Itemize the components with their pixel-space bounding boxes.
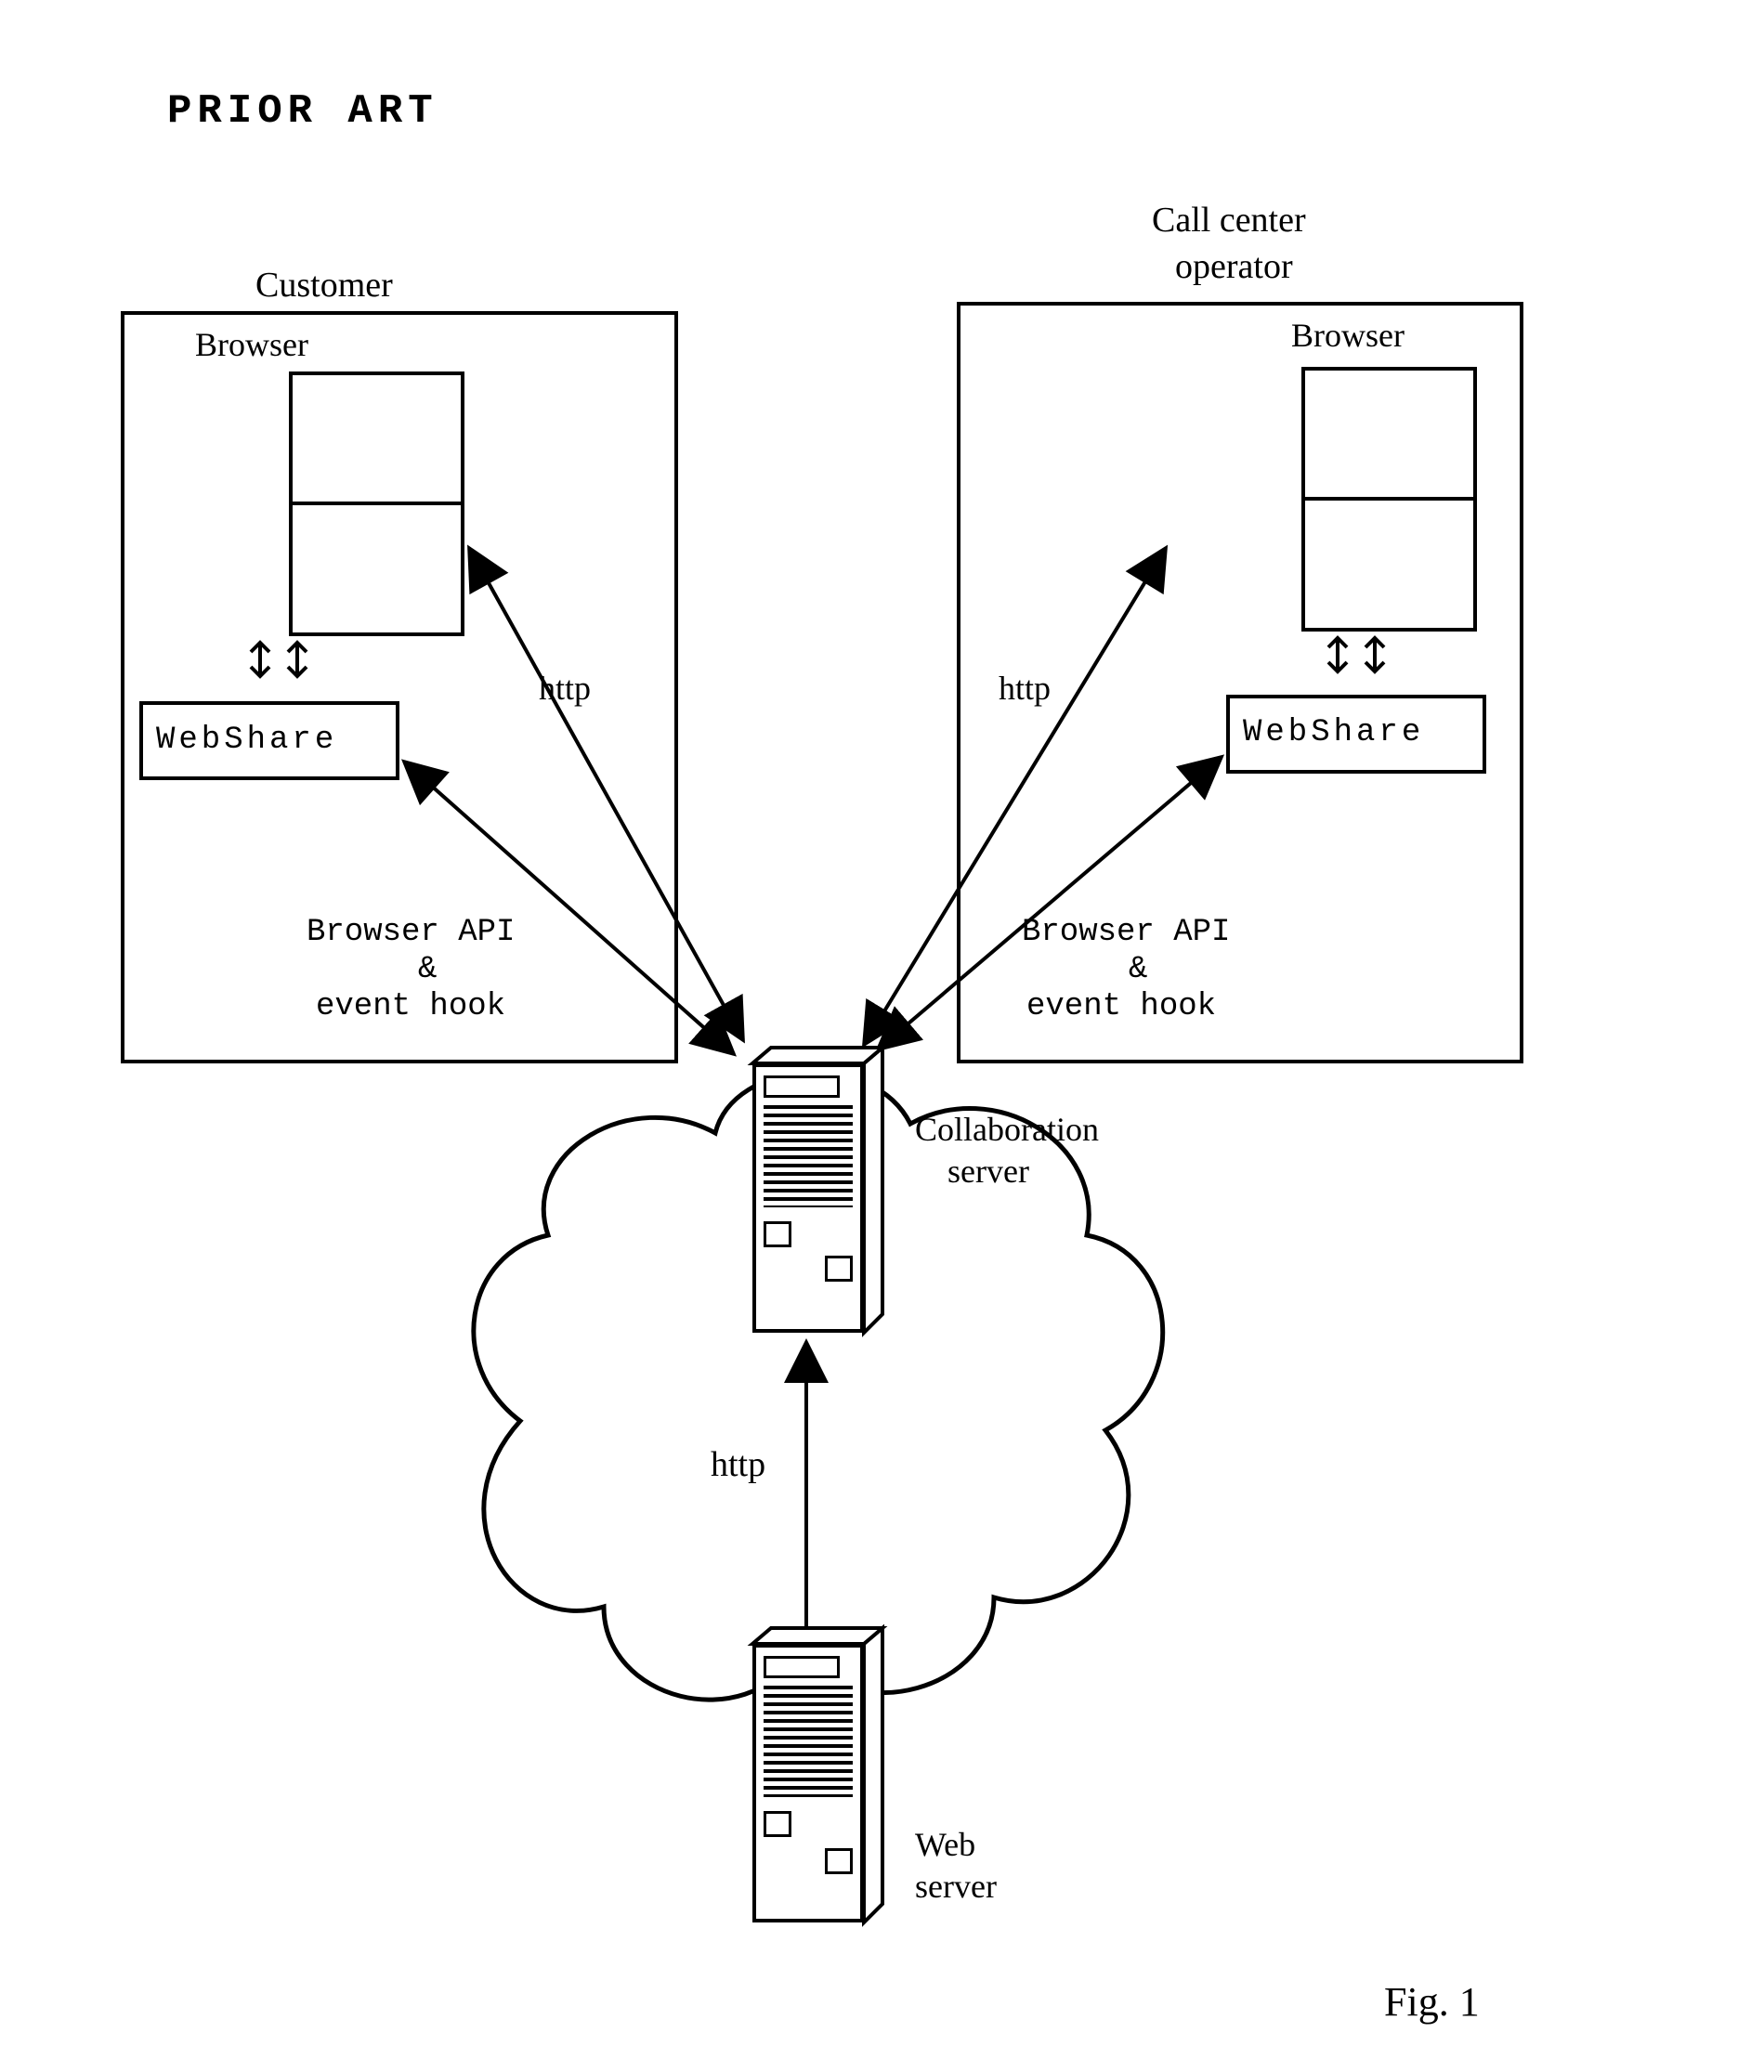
web-server-label1: Web xyxy=(915,1825,975,1864)
web-server-label2: server xyxy=(915,1867,997,1906)
figure-label: Fig. 1 xyxy=(1384,1978,1480,2026)
